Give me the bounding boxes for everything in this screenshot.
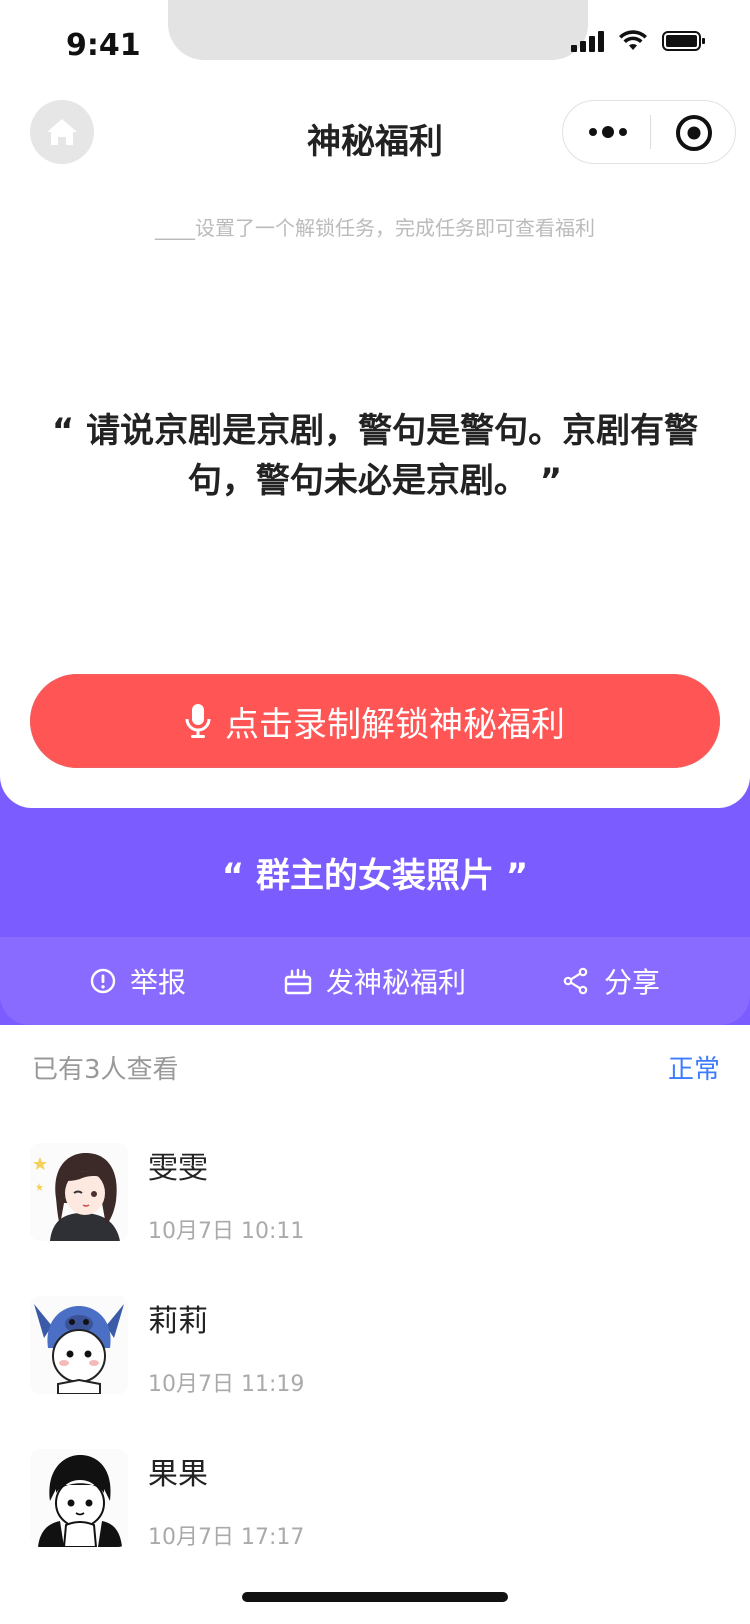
close-miniprogram-icon[interactable]	[674, 113, 714, 157]
avatar	[30, 1296, 128, 1394]
capsule-divider	[650, 115, 651, 149]
viewer-time: 10月7日 17:17	[148, 1525, 305, 1550]
task-subtitle: ____设置了一个解锁任务，完成任务即可查看福利	[155, 216, 595, 240]
report-button[interactable]: 举报	[90, 937, 186, 1025]
reward-title: “ 群主的女装照片 ”	[221, 856, 529, 896]
viewers-count: 已有3人查看	[32, 1055, 179, 1085]
battery-icon	[662, 30, 706, 52]
viewer-name: 果果	[148, 1457, 208, 1492]
system-icons	[571, 30, 706, 52]
report-label: 举报	[130, 966, 187, 999]
status-bar: 9:41	[0, 0, 750, 88]
viewer-time: 10月7日 11:19	[148, 1372, 305, 1397]
warning-icon	[90, 968, 116, 994]
miniprogram-capsule	[562, 100, 736, 164]
status-time: 9:41	[66, 28, 141, 63]
task-card: 神秘福利 ____设置了一个解锁任务，完成任务即可查看福利 “ 请说京剧是京剧，…	[0, 88, 750, 808]
status-link[interactable]: 正常	[668, 1049, 720, 1086]
list-item[interactable]: 雯雯 10月7日 10:11	[30, 1143, 720, 1253]
viewer-time: 10月7日 10:11	[148, 1219, 305, 1244]
gift-icon	[284, 968, 312, 995]
wifi-icon	[618, 30, 648, 52]
record-button-label: 点击录制解锁神秘福利	[225, 704, 565, 745]
share-icon	[563, 967, 588, 995]
record-unlock-button[interactable]: 点击录制解锁神秘福利	[30, 674, 720, 768]
list-item[interactable]: 果果 10月7日 17:17	[30, 1449, 720, 1559]
viewer-name: 雯雯	[148, 1151, 208, 1186]
send-reward-button[interactable]: 发神秘福利	[284, 937, 466, 1025]
microphone-icon	[185, 704, 211, 738]
avatar	[30, 1449, 128, 1547]
action-bar: 举报 发神秘福利 分享	[0, 937, 750, 1025]
avatar	[30, 1143, 128, 1241]
task-quote: “ 请说京剧是京剧，警句是警句。京剧有警句，警句未必是京剧。 ”	[51, 411, 699, 501]
list-item[interactable]: 莉莉 10月7日 11:19	[30, 1296, 720, 1406]
send-reward-label: 发神秘福利	[326, 966, 467, 999]
more-icon[interactable]	[589, 101, 627, 163]
viewer-name: 莉莉	[148, 1304, 208, 1339]
share-label: 分享	[604, 966, 661, 999]
home-indicator	[242, 1592, 508, 1602]
viewers-section: 已有3人查看 正常 雯雯 10月7日 10:11 莉莉 10月7日 11:19 …	[0, 1025, 750, 1624]
signal-icon	[571, 30, 604, 52]
share-button[interactable]: 分享	[562, 937, 660, 1025]
device-notch	[168, 0, 588, 60]
